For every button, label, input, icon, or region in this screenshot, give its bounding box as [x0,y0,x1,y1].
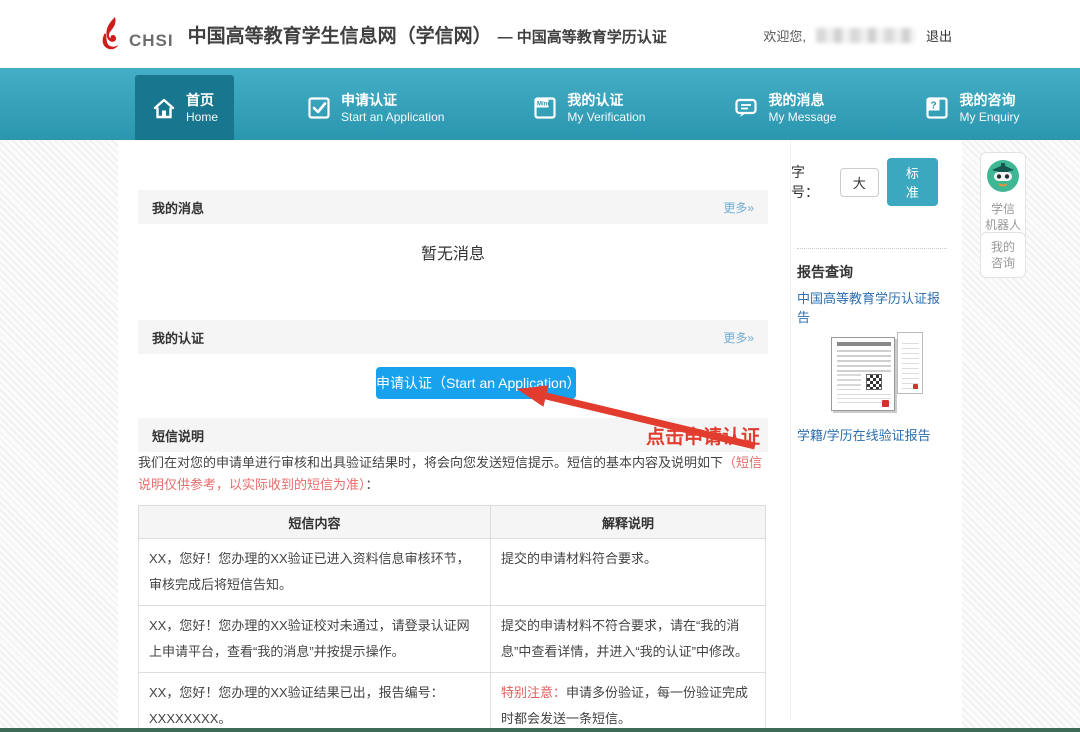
mine-tag-icon: Mine [532,95,558,121]
enquiry-question-icon: ? [924,95,950,121]
welcome-label: 欢迎您, [763,26,806,45]
nav-message-en: My Message [768,109,836,125]
divider [797,248,947,249]
sms-table-header-row: 短信内容 解释说明 [139,506,766,539]
nav-enquiry-zh: 我的咨询 [959,91,1019,109]
verification-more-link[interactable]: 更多» [723,329,754,346]
nav-verification-en: My Verification [567,109,645,125]
home-icon [151,95,177,121]
chsi-logo-icon [95,15,127,53]
enquiry-label-line1: 我的 [983,239,1023,255]
sms-table: 短信内容 解释说明 XX，您好！您办理的XX验证已进入资料信息审核环节，审核完成… [138,505,766,732]
chsi-logo[interactable]: CHSI [95,15,174,53]
nav-message-zh: 我的消息 [768,91,836,109]
nav-item-start-application[interactable]: 申请认证 Start an Application [290,75,460,140]
chsi-robot-widget[interactable]: 学信 机器人 [980,152,1026,240]
robot-avatar-icon [986,159,1020,193]
fontsize-switcher: 字号： 大 标准 [791,158,938,206]
logout-link[interactable]: 退出 [926,26,952,45]
no-messages-text: 暂无消息 [138,240,768,264]
fontsize-label: 字号： [791,162,832,202]
messages-section-title: 我的消息 [152,198,204,217]
degree-report-link[interactable]: 中国高等教育学历认证报告 [797,288,952,326]
fontsize-standard-button[interactable]: 标准 [887,158,938,206]
special-note-label: 特别注意： [501,685,566,700]
sms-content-cell: XX，您好！您办理的XX验证校对未通过，请登录认证网上申请平台，查看“我的消息”… [139,606,491,673]
red-seal-icon [882,400,889,407]
explain-cell: 提交的申请材料不符合要求，请在“我的消息”中查看详情，并进入“我的认证”中修改。 [491,606,766,673]
nav-item-my-message[interactable]: 我的消息 My Message [717,75,852,140]
robot-label-line1: 学信 [983,201,1023,217]
sms-intro-paragraph: 我们在对您的申请单进行审核和出具验证结果时，将会向您发送短信提示。短信的基本内容… [138,452,766,496]
site-title-main: 中国高等教育学生信息网（学信网） [188,21,492,48]
sms-table-header-explain: 解释说明 [491,506,766,539]
nav-home-zh: 首页 [186,91,218,109]
sms-table-body: XX，您好！您办理的XX验证已进入资料信息审核环节，审核完成后将短信告知。提交的… [139,539,766,732]
messages-more-link[interactable]: 更多» [723,199,754,216]
nav-spacer [852,68,908,140]
right-sidebar: 字号： 大 标准 报告查询 中国高等教育学历认证报告 学籍/学历在线验证报告 [790,140,952,720]
sms-section-title: 短信说明 [152,426,204,445]
site-title: 中国高等教育学生信息网（学信网） — 中国高等教育学历认证 [188,21,667,48]
my-enquiry-widget[interactable]: 我的 咨询 [980,232,1026,278]
online-verification-report-link[interactable]: 学籍/学历在线验证报告 [797,425,931,444]
fontsize-large-button[interactable]: 大 [840,168,879,197]
chsi-logo-text: CHSI [129,31,174,51]
explain-cell: 提交的申请材料符合要求。 [491,539,766,606]
sms-intro-normal: 我们在对您的申请单进行审核和出具验证结果时，将会向您发送短信提示。短信的基本内容… [138,455,723,470]
report-thumbnail[interactable] [831,332,923,416]
report-title-line [837,342,891,346]
page: CHSI 中国高等教育学生信息网（学信网） — 中国高等教育学历认证 欢迎您, … [0,0,1080,732]
sms-table-header-content: 短信内容 [139,506,491,539]
nav-spacer [234,68,290,140]
report-query-heading: 报告查询 [797,262,853,282]
svg-text:?: ? [931,100,937,111]
verification-section-title: 我的认证 [152,328,204,347]
main-panel: 我的消息 更多» 暂无消息 我的认证 更多» 申请认证（Start an App… [118,140,962,728]
table-row: XX，您好！您办理的XX验证已进入资料信息审核环节，审核完成后将短信告知。提交的… [139,539,766,606]
message-bubble-icon [733,95,759,121]
qr-code-icon [866,374,882,390]
nav-spacer [661,68,717,140]
robot-label-line2: 机器人 [983,217,1023,233]
header: CHSI 中国高等教育学生信息网（学信网） — 中国高等教育学历认证 欢迎您, … [0,0,1080,68]
nav-item-home[interactable]: 首页 Home [135,75,234,140]
user-area: 欢迎您, 退出 [763,26,952,45]
sms-intro-tail: ： [366,477,379,492]
nav-verification-zh: 我的认证 [567,91,645,109]
footer-top-bar [0,728,1080,732]
nav-spacer [460,68,516,140]
nav-apply-zh: 申请认证 [341,91,444,109]
svg-text:Mine: Mine [537,101,551,107]
report-form-lines [837,374,861,390]
table-row: XX，您好！您办理的XX验证结果已出，报告编号：XXXXXXXX。特别注意：申请… [139,673,766,732]
nav-home-en: Home [186,109,218,125]
nav-apply-en: Start an Application [341,109,444,125]
explain-cell: 特别注意：申请多份验证，每一份验证完成时都会发送一条短信。 [491,673,766,732]
red-seal-icon [913,384,918,389]
apply-check-icon [306,95,332,121]
verification-section-header: 我的认证 更多» [138,320,768,354]
annotation-text: 点击申请认证 [646,422,760,449]
report-page-back [897,332,923,394]
sms-content-cell: XX，您好！您办理的XX验证结果已出，报告编号：XXXXXXXX。 [139,673,491,732]
nav-enquiry-en: My Enquiry [959,109,1019,125]
nav-item-my-enquiry[interactable]: ? 我的咨询 My Enquiry [908,75,1035,140]
report-form-lines [837,350,891,372]
main-nav: 首页 Home 申请认证 Start an Application Mine [0,68,1080,140]
report-page-front [831,337,895,411]
sms-content-cell: XX，您好！您办理的XX验证已进入资料信息审核环节，审核完成后将短信告知。 [139,539,491,606]
table-row: XX，您好！您办理的XX验证校对未通过，请登录认证网上申请平台，查看“我的消息”… [139,606,766,673]
user-name-redacted [816,28,916,43]
start-application-button[interactable]: 申请认证（Start an Application） [376,367,576,399]
nav-item-my-verification[interactable]: Mine 我的认证 My Verification [516,75,661,140]
site-subtitle: — 中国高等教育学历认证 [498,26,667,47]
messages-section-header: 我的消息 更多» [138,190,768,224]
enquiry-label-line2: 咨询 [983,255,1023,271]
nav-spacer [0,68,135,140]
